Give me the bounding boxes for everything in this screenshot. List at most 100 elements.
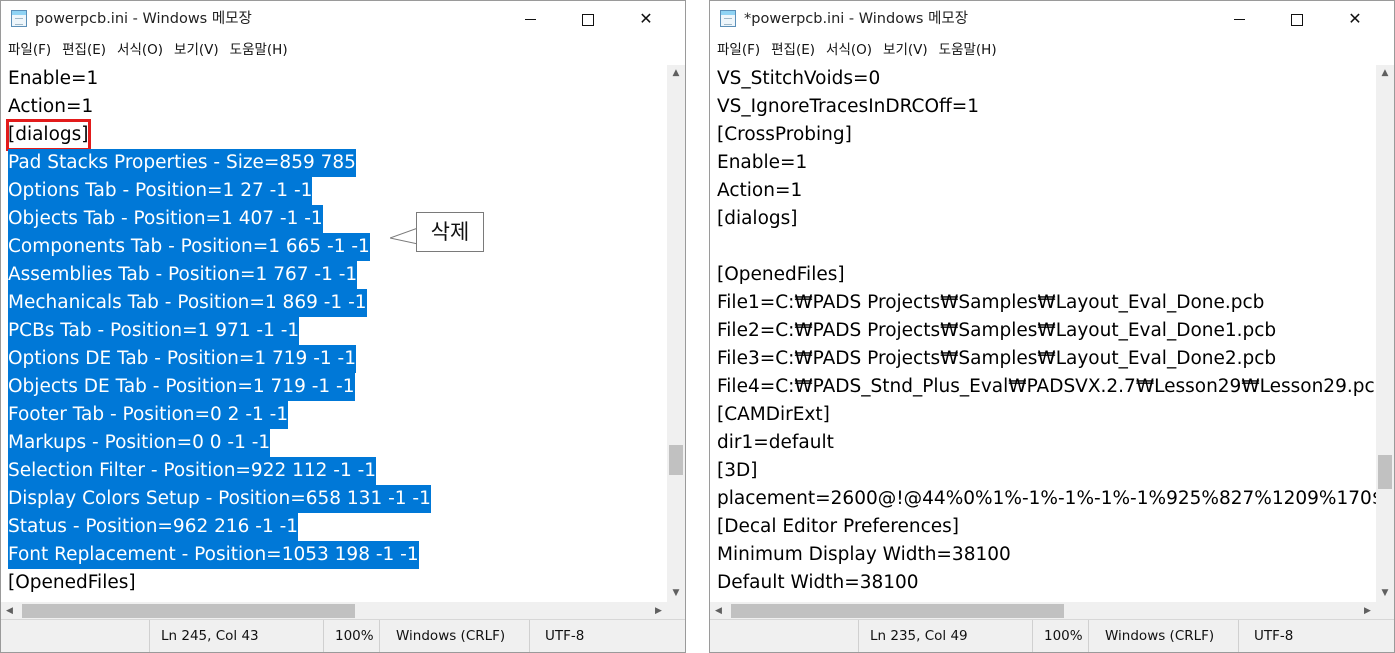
text-line: [dialogs] (717, 208, 798, 229)
selected-line: Footer Tab - Position=0 2 -1 -1 (8, 401, 289, 429)
delete-callout: 삭제 (416, 212, 484, 252)
vertical-scroll-thumb[interactable] (669, 445, 683, 475)
menu-format[interactable]: 서식(O) (113, 37, 167, 63)
close-icon: ✕ (1348, 9, 1362, 28)
horizontal-scroll-thumb[interactable] (731, 604, 1064, 618)
horizontal-scroll-thumb[interactable] (22, 604, 355, 618)
selected-line: Components Tab - Position=1 665 -1 -1 (8, 233, 370, 261)
window-title: *powerpcb.ini - Windows 메모장 (744, 11, 969, 27)
text-line: File2=C:₩PADS Projects₩Samples₩Layout_Ev… (717, 320, 1277, 341)
selected-line: Options DE Tab - Position=1 719 -1 -1 (8, 345, 356, 373)
selected-line: PCBs Tab - Position=1 971 -1 -1 (8, 317, 300, 345)
notepad-icon (720, 10, 736, 27)
text-line: [OpenedFiles] (717, 264, 845, 285)
scroll-left-icon[interactable]: ◀ (1, 602, 18, 620)
text-line: Action=1 (717, 180, 803, 201)
minimize-button[interactable] (1210, 1, 1268, 37)
selected-line: Markups - Position=0 0 -1 -1 (8, 429, 271, 457)
scroll-corner (667, 602, 685, 620)
scroll-down-icon[interactable]: ▼ (1376, 585, 1394, 602)
minimize-icon (1233, 19, 1245, 20)
text-line: placement=2600@!@44%0%1%-1%-1%-1%-1%925%… (717, 488, 1376, 509)
scroll-up-icon[interactable]: ▲ (1376, 65, 1394, 82)
vertical-scroll-thumb[interactable] (1378, 455, 1392, 489)
selected-line: Status - Position=962 216 -1 -1 (8, 513, 299, 541)
minimize-icon (524, 19, 536, 20)
text-line: dir1=default (717, 432, 834, 453)
cursor-position: Ln 245, Col 43 (149, 620, 323, 652)
scroll-corner (1376, 602, 1394, 620)
encoding: UTF-8 (529, 620, 685, 652)
close-icon: ✕ (639, 9, 653, 28)
text-line: Minimum Display Width=38100 (717, 544, 1011, 565)
scroll-right-icon[interactable]: ▶ (650, 602, 667, 620)
text-line: VS_StitchVoids=0 (717, 68, 881, 89)
minimize-button[interactable] (501, 1, 559, 37)
text-line: Default Width=38100 (717, 572, 919, 593)
selected-line: Display Colors Setup - Position=658 131 … (8, 485, 431, 513)
scroll-right-icon[interactable]: ▶ (1359, 602, 1376, 620)
text-line: File4=C:₩PADS_Stnd_Plus_Eval₩PADSVX.2.7₩… (717, 376, 1376, 397)
text-line: File3=C:₩PADS Projects₩Samples₩Layout_Ev… (717, 348, 1277, 369)
horizontal-scrollbar[interactable]: ◀ ▶ (710, 602, 1376, 620)
text-line: [3D] (717, 460, 758, 481)
menu-format[interactable]: 서식(O) (822, 37, 876, 63)
text-line-dialogs-highlighted: [dialogs] (6, 119, 91, 151)
scroll-down-icon[interactable]: ▼ (667, 585, 685, 602)
text-line: VS_IgnoreTracesInDRCOff=1 (717, 96, 980, 117)
menu-help[interactable]: 도움말(H) (935, 37, 1001, 63)
text-line: [CAMDirExt] (717, 404, 830, 425)
maximize-button[interactable] (1268, 1, 1326, 37)
selected-line: Font Replacement - Position=1053 198 -1 … (8, 541, 419, 569)
callout-pointer (390, 227, 418, 245)
cursor-position: Ln 235, Col 49 (858, 620, 1032, 652)
scroll-left-icon[interactable]: ◀ (710, 602, 727, 620)
encoding: UTF-8 (1238, 620, 1394, 652)
text-line: Action=1 (8, 96, 94, 117)
selected-line: Assemblies Tab - Position=1 767 -1 -1 (8, 261, 358, 289)
menu-file[interactable]: 파일(F) (4, 37, 55, 63)
text-editor[interactable]: VS_StitchVoids=0 VS_IgnoreTracesInDRCOff… (710, 65, 1376, 602)
menu-edit[interactable]: 편집(E) (58, 37, 110, 63)
title-bar[interactable]: *powerpcb.ini - Windows 메모장 ✕ (710, 1, 1394, 37)
menu-help[interactable]: 도움말(H) (226, 37, 292, 63)
text-line: File1=C:₩PADS Projects₩Samples₩Layout_Ev… (717, 292, 1265, 313)
text-line: [CrossProbing] (717, 124, 852, 145)
selected-line: Selection Filter - Position=922 112 -1 -… (8, 457, 377, 485)
close-button[interactable]: ✕ (617, 1, 675, 37)
close-button[interactable]: ✕ (1326, 1, 1384, 37)
menu-edit[interactable]: 편집(E) (767, 37, 819, 63)
selected-line: Objects Tab - Position=1 407 -1 -1 (8, 205, 323, 233)
selected-line: Pad Stacks Properties - Size=859 785 (8, 149, 356, 177)
text-editor[interactable]: Enable=1 Action=1 [dialogs] Pad Stacks P… (1, 65, 667, 602)
zoom-level: 100% (323, 620, 379, 652)
status-bar: Ln 245, Col 43 100% Windows (CRLF) UTF-8 (1, 619, 685, 652)
title-bar[interactable]: powerpcb.ini - Windows 메모장 ✕ (1, 1, 685, 37)
menu-bar: 파일(F) 편집(E) 서식(O) 보기(V) 도움말(H) (1, 37, 685, 63)
line-ending: Windows (CRLF) (1088, 620, 1238, 652)
maximize-button[interactable] (559, 1, 617, 37)
menu-view[interactable]: 보기(V) (170, 37, 223, 63)
selected-line: Mechanicals Tab - Position=1 869 -1 -1 (8, 289, 367, 317)
text-line: [Decal Editor Preferences] (717, 516, 960, 537)
notepad-window-right: *powerpcb.ini - Windows 메모장 ✕ 파일(F) 편집(E)… (709, 0, 1395, 653)
menu-bar: 파일(F) 편집(E) 서식(O) 보기(V) 도움말(H) (710, 37, 1394, 63)
selected-line: Options Tab - Position=1 27 -1 -1 (8, 177, 313, 205)
maximize-icon (1291, 13, 1303, 26)
vertical-scrollbar[interactable]: ▲ ▼ (1376, 65, 1394, 602)
menu-file[interactable]: 파일(F) (713, 37, 764, 63)
vertical-scrollbar[interactable]: ▲ ▼ (667, 65, 685, 602)
text-line: Enable=1 (8, 68, 99, 89)
scroll-up-icon[interactable]: ▲ (667, 65, 685, 82)
menu-view[interactable]: 보기(V) (879, 37, 932, 63)
status-bar: Ln 235, Col 49 100% Windows (CRLF) UTF-8 (710, 619, 1394, 652)
notepad-icon (11, 10, 27, 27)
horizontal-scrollbar[interactable]: ◀ ▶ (1, 602, 667, 620)
zoom-level: 100% (1032, 620, 1088, 652)
text-line: Enable=1 (717, 152, 808, 173)
window-title: powerpcb.ini - Windows 메모장 (35, 11, 252, 27)
notepad-window-left: powerpcb.ini - Windows 메모장 ✕ 파일(F) 편집(E) 서… (0, 0, 686, 653)
selected-line: Objects DE Tab - Position=1 719 -1 -1 (8, 373, 355, 401)
line-ending: Windows (CRLF) (379, 620, 529, 652)
maximize-icon (582, 13, 594, 26)
